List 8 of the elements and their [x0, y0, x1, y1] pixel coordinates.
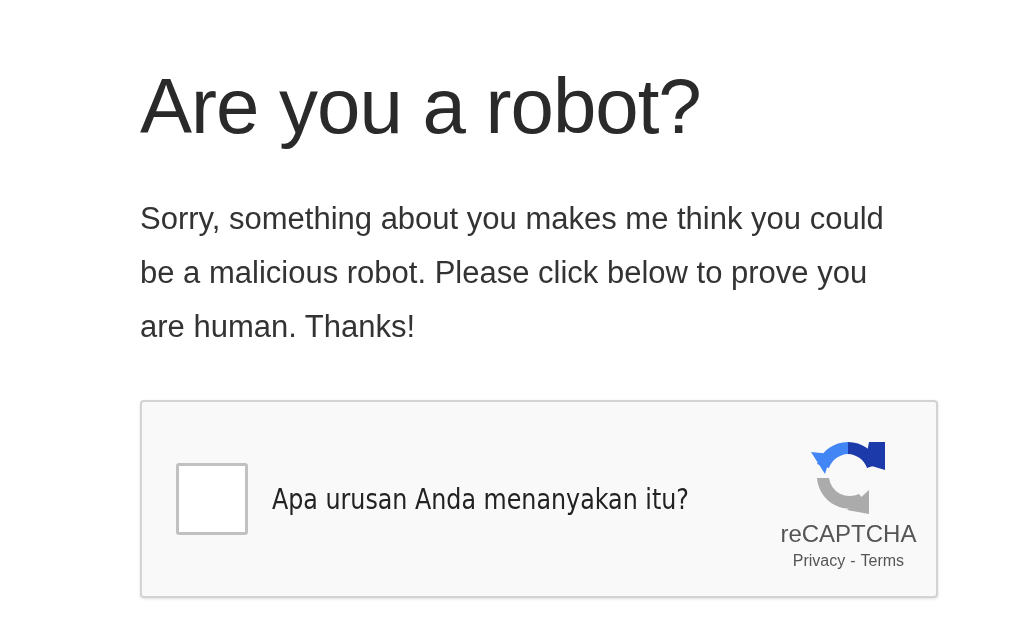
- privacy-link[interactable]: Privacy: [792, 552, 846, 570]
- message-paragraph: Sorry, something about you makes me think you could be a malicious robot. Please click below to prove you are human. Thanks!: [140, 200, 885, 346]
- link-separator: -: [850, 552, 856, 570]
- terms-link[interactable]: Terms: [860, 552, 905, 570]
- page-title: Are you a robot?: [140, 61, 702, 152]
- checkbox-label: Apa urusan Anda menanyakan itu?: [272, 482, 689, 516]
- checkbox[interactable]: [176, 463, 248, 535]
- brand-name: reCAPTCHA: [780, 520, 917, 548]
